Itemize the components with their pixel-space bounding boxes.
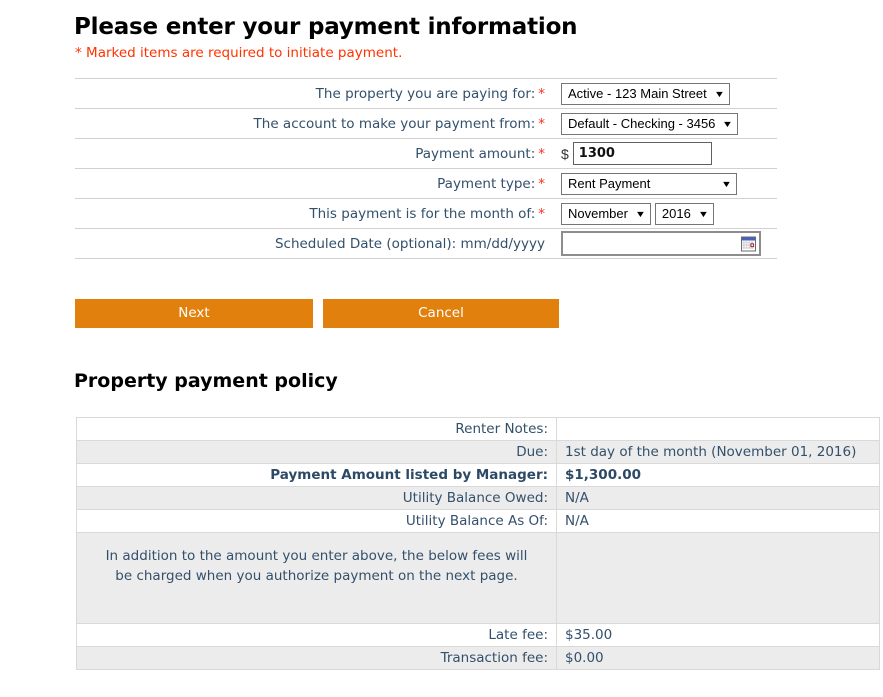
scheduled-date-format-hint: mm/dd/yyyy <box>460 235 546 252</box>
account-select[interactable]: Default - Checking - 3456 ▼ <box>561 112 739 135</box>
late-fee-label: Late fee: <box>76 623 557 647</box>
renter-notes-label: Renter Notes: <box>76 417 557 441</box>
payment-type-required-marker: * <box>538 175 545 192</box>
renter-notes-value <box>556 417 880 441</box>
table-row: Late fee: $35.00 <box>76 623 880 647</box>
account-field-cell: Default - Checking - 3456 ▼ <box>552 108 777 139</box>
late-fee-value: $35.00 <box>556 623 880 647</box>
account-label-cell: The account to make your payment from: * <box>75 108 552 139</box>
due-label: Due: <box>76 440 557 464</box>
due-value: 1st day of the month (November 01, 2016) <box>556 440 880 464</box>
transaction-fee-label: Transaction fee: <box>76 646 557 670</box>
payment-amount-input[interactable] <box>572 142 712 165</box>
payment-type-select[interactable]: Rent Payment ▼ <box>561 172 737 195</box>
scheduled-date-input-group <box>561 231 761 256</box>
month-label: This payment is for the month of: <box>309 205 536 222</box>
amount-label: Payment amount: <box>415 145 536 162</box>
form-row-account: The account to make your payment from: * … <box>75 108 777 139</box>
table-row: In addition to the amount you enter abov… <box>76 532 880 624</box>
transaction-fee-value: $0.00 <box>556 646 880 670</box>
year-select-value: 2016 <box>661 205 691 221</box>
chevron-down-icon: ▼ <box>720 178 733 189</box>
scheduled-date-label: Scheduled Date (optional): <box>274 235 457 252</box>
page-title: Please enter your payment information <box>74 14 578 40</box>
calendar-icon[interactable] <box>741 236 756 251</box>
month-field-cell: November ▼ 2016 ▼ <box>552 198 777 229</box>
manager-amount-value: $1,300.00 <box>556 463 880 487</box>
property-label: The property you are paying for: <box>315 85 536 102</box>
payment-type-label-cell: Payment type: * <box>75 168 552 199</box>
amount-required-marker: * <box>538 145 545 162</box>
amount-input-group: $ <box>561 142 777 165</box>
chevron-down-icon: ▼ <box>634 208 647 219</box>
policy-title: Property payment policy <box>74 370 338 392</box>
month-label-cell: This payment is for the month of: * <box>75 198 552 229</box>
required-items-note: * Marked items are required to initiate … <box>75 45 403 61</box>
table-row: Transaction fee: $0.00 <box>76 646 880 670</box>
chevron-down-icon: ▼ <box>713 88 725 99</box>
payment-page: Please enter your payment information * … <box>0 0 883 697</box>
account-required-marker: * <box>538 115 545 132</box>
cancel-button[interactable]: Cancel <box>323 299 559 328</box>
account-label: The account to make your payment from: <box>253 115 536 132</box>
currency-symbol: $ <box>561 145 569 162</box>
table-row: Utility Balance As Of: N/A <box>76 509 880 533</box>
table-row: Utility Balance Owed: N/A <box>76 486 880 510</box>
fees-notice-value <box>556 532 880 624</box>
property-payment-policy-table: Renter Notes: Due: 1st day of the month … <box>76 417 880 670</box>
payment-type-label: Payment type: <box>437 175 536 192</box>
month-select[interactable]: November ▼ <box>561 202 651 225</box>
form-row-amount: Payment amount: * $ <box>75 138 777 169</box>
property-field-cell: Active - 123 Main Street ▼ <box>552 78 777 109</box>
scheduled-date-label-cell: Scheduled Date (optional): mm/dd/yyyy <box>75 228 552 259</box>
month-required-marker: * <box>538 205 545 222</box>
scheduled-date-field-cell <box>552 228 777 259</box>
payment-form-table: The property you are paying for: * Active… <box>75 78 777 259</box>
table-row: Payment Amount listed by Manager: $1,300… <box>76 463 880 487</box>
fees-notice-text: In addition to the amount you enter abov… <box>76 532 557 624</box>
payment-type-select-value: Rent Payment <box>568 175 651 191</box>
property-required-marker: * <box>538 85 545 102</box>
amount-label-cell: Payment amount: * <box>75 138 552 169</box>
property-label-cell: The property you are paying for: * <box>75 78 552 109</box>
chevron-down-icon: ▼ <box>697 208 709 219</box>
account-select-value: Default - Checking - 3456 <box>568 115 716 131</box>
payment-type-field-cell: Rent Payment ▼ <box>552 168 777 199</box>
utility-balance-owed-label: Utility Balance Owed: <box>76 486 557 510</box>
property-select-value: Active - 123 Main Street <box>568 85 707 101</box>
scheduled-date-input[interactable] <box>563 233 735 254</box>
form-row-payment-type: Payment type: * Rent Payment ▼ <box>75 168 777 199</box>
table-row: Renter Notes: <box>76 417 880 441</box>
year-select[interactable]: 2016 ▼ <box>654 202 714 225</box>
property-select[interactable]: Active - 123 Main Street ▼ <box>561 82 730 105</box>
utility-balance-as-of-label: Utility Balance As Of: <box>76 509 557 533</box>
next-button[interactable]: Next <box>75 299 313 328</box>
table-row: Due: 1st day of the month (November 01, … <box>76 440 880 464</box>
manager-amount-label: Payment Amount listed by Manager: <box>76 463 557 487</box>
form-row-scheduled-date: Scheduled Date (optional): mm/dd/yyyy <box>75 228 777 259</box>
form-row-month: This payment is for the month of: * Novem… <box>75 198 777 229</box>
amount-field-cell: $ <box>552 138 777 169</box>
month-select-value: November <box>568 205 628 221</box>
utility-balance-as-of-value: N/A <box>556 509 880 533</box>
chevron-down-icon: ▼ <box>722 118 734 129</box>
utility-balance-owed-value: N/A <box>556 486 880 510</box>
form-row-property: The property you are paying for: * Active… <box>75 78 777 109</box>
